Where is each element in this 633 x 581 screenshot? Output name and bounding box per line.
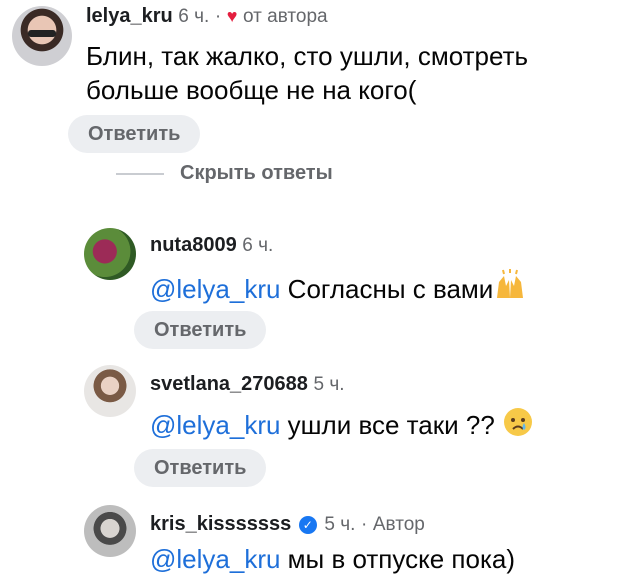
reply-text: @lelya_kru ушли все таки ?? <box>150 406 534 446</box>
verified-badge-icon: ✓ <box>298 516 317 534</box>
raised-hands-emoji <box>493 268 527 310</box>
reply-text: @lelya_kru Согласны с вами <box>150 268 527 310</box>
timestamp: 6 ч. <box>178 6 210 27</box>
reply-header: kris_kisssssss ✓ 5 ч. · Автор <box>150 512 425 537</box>
comment-text-line2: больше вообще не на кого( <box>86 75 417 105</box>
from-author-label: от автора <box>243 6 328 27</box>
mention-link[interactable]: @lelya_kru <box>150 274 280 304</box>
comment-header: lelya_kru 6 ч. · ♥ от автора <box>86 4 328 29</box>
avatar-image <box>28 30 56 37</box>
username[interactable]: svetlana_270688 <box>150 373 308 395</box>
hide-replies-button[interactable]: Скрыть ответы <box>180 162 333 185</box>
username[interactable]: kris_kisssssss <box>150 513 291 535</box>
separator: · <box>360 514 368 535</box>
reply-button[interactable]: Ответить <box>134 311 267 349</box>
avatar-svetlana-270688[interactable] <box>84 365 136 417</box>
reply-header: nuta8009 6 ч. <box>150 233 273 258</box>
comment-text-line1: Блин, так жалко, сто ушли, смотреть <box>86 41 529 71</box>
crying-face-emoji <box>502 406 534 446</box>
heart-icon: ♥ <box>226 6 238 26</box>
reply-header: svetlana_270688 5 ч. <box>150 372 345 397</box>
divider-line <box>116 173 164 175</box>
reply-text: @lelya_kru мы в отпуске пока) <box>150 543 515 576</box>
timestamp: 6 ч. <box>242 235 274 256</box>
mention-link[interactable]: @lelya_kru <box>150 410 280 440</box>
reply-body: ушли все таки ?? <box>280 410 502 440</box>
reply-body: мы в отпуске пока) <box>280 544 516 574</box>
author-tag: Автор <box>372 514 425 535</box>
username[interactable]: nuta8009 <box>150 234 237 256</box>
reply-button[interactable]: Ответить <box>134 449 267 487</box>
avatar-kris-kisssssss[interactable] <box>84 505 136 557</box>
separator: · <box>214 6 222 27</box>
username[interactable]: lelya_kru <box>86 5 173 27</box>
timestamp: 5 ч. <box>324 514 356 535</box>
reply-button[interactable]: Ответить <box>68 115 201 153</box>
reply-body: Согласны с вами <box>280 274 494 304</box>
timestamp: 5 ч. <box>313 374 345 395</box>
mention-link[interactable]: @lelya_kru <box>150 544 280 574</box>
avatar-nuta8009[interactable] <box>84 228 136 280</box>
avatar-lelya-kru[interactable] <box>12 6 72 66</box>
